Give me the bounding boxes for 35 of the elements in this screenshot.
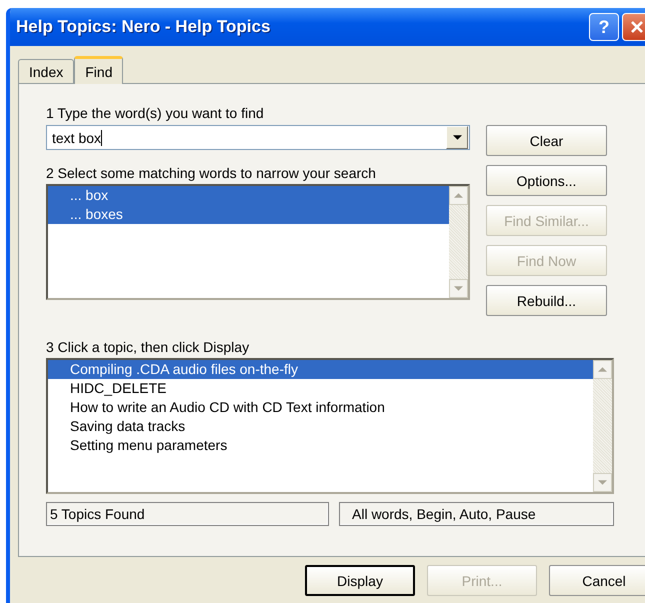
close-icon bbox=[630, 20, 644, 34]
tab[interactable]: Index bbox=[18, 59, 74, 83]
side-button[interactable]: Options... bbox=[486, 165, 607, 196]
dropdown-button[interactable] bbox=[446, 126, 468, 149]
caret-icon bbox=[452, 135, 462, 140]
search-options-text: All words, Begin, Auto, Pause bbox=[339, 502, 614, 526]
scroll-up-button[interactable] bbox=[593, 360, 612, 379]
list-item[interactable]: Setting menu parameters bbox=[48, 436, 593, 455]
step-label: 1 Type the word(s) you want to find bbox=[46, 104, 265, 122]
scroll-down-button[interactable] bbox=[593, 473, 612, 492]
list-item[interactable]: HIDC_DELETE bbox=[48, 379, 593, 398]
side-button[interactable]: Rebuild... bbox=[486, 285, 607, 316]
scrollbar[interactable] bbox=[593, 360, 612, 492]
down-arrow-icon bbox=[454, 286, 463, 291]
window-title: Help Topics: Nero - Help Topics bbox=[16, 17, 272, 37]
step-label: 3 Click a topic, then click Display bbox=[46, 338, 250, 356]
down-arrow-icon bbox=[598, 480, 607, 485]
list-item[interactable]: How to write an Audio CD with CD Text information bbox=[48, 398, 593, 417]
up-arrow-icon bbox=[454, 193, 463, 198]
up-arrow-icon bbox=[598, 367, 607, 372]
list-item[interactable]: ... boxes bbox=[48, 205, 449, 224]
dialog-button[interactable]: Display bbox=[305, 565, 415, 596]
step-label: 2 Select some matching words to narrow your search bbox=[46, 164, 377, 182]
side-button[interactable]: Clear bbox=[486, 125, 607, 156]
list-item[interactable]: Saving data tracks bbox=[48, 417, 593, 436]
close-button[interactable] bbox=[622, 13, 645, 41]
scroll-down-button[interactable] bbox=[449, 279, 468, 298]
search-combo-box[interactable]: text box bbox=[46, 125, 470, 150]
scroll-up-button[interactable] bbox=[449, 186, 468, 205]
list-item[interactable]: Compiling .CDA audio files on-the-fly bbox=[48, 360, 593, 379]
list-item[interactable]: ... box bbox=[48, 186, 449, 205]
dialog-button[interactable]: Cancel bbox=[549, 565, 645, 596]
topics-found-text: 5 Topics Found bbox=[46, 502, 329, 526]
tab[interactable]: Find bbox=[74, 56, 124, 84]
scrollbar[interactable] bbox=[449, 186, 468, 298]
